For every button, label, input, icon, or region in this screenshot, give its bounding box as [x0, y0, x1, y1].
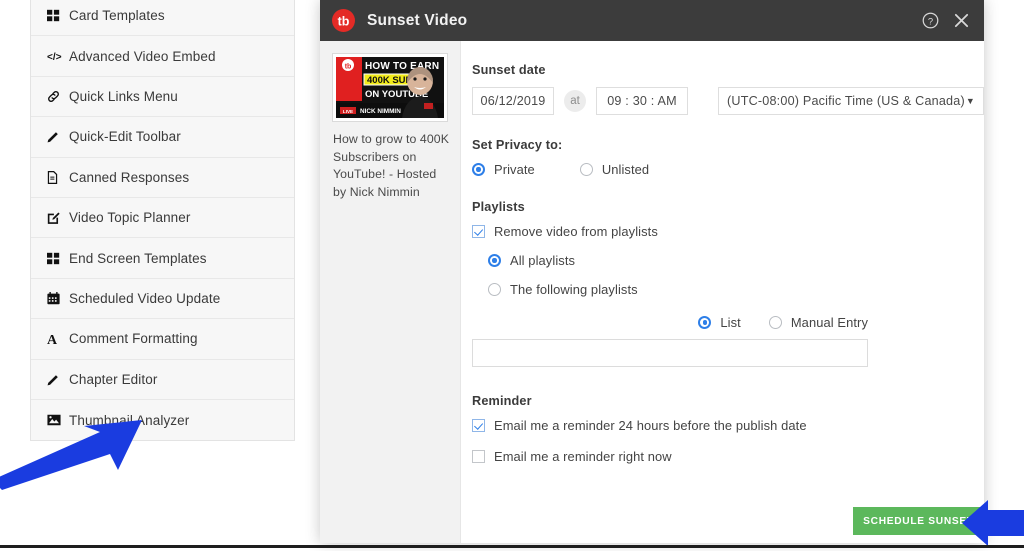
sidebar-item-quick-links-menu[interactable]: Quick Links Menu: [31, 77, 294, 118]
sunset-date-input[interactable]: 06/12/2019: [472, 87, 554, 115]
radio-icon: [472, 163, 485, 176]
reminder-option-24h[interactable]: Email me a reminder 24 hours before the …: [472, 418, 984, 433]
playlists-option-following[interactable]: The following playlists: [488, 282, 984, 297]
sidebar-item-label: Video Topic Planner: [69, 210, 191, 226]
privacy-label: Set Privacy to:: [472, 138, 563, 152]
sidebar-item-label: Thumbnail Analyzer: [69, 412, 190, 428]
reminder-option-label: Email me a reminder 24 hours before the …: [494, 418, 807, 433]
playlists-option-label: The following playlists: [510, 282, 638, 297]
at-separator-label: at: [564, 90, 586, 112]
timezone-value: (UTC-08:00) Pacific Time (US & Canada): [727, 94, 965, 108]
playlists-label: Playlists: [472, 200, 525, 214]
modal-body: tb HOW TO EARN 400K SUBS ON YOUTUBE LIVE…: [320, 41, 984, 543]
privacy-option-label: Unlisted: [601, 162, 650, 177]
sidebar-item-end-screen-templates[interactable]: End Screen Templates: [31, 238, 294, 279]
remove-video-from-playlists-checkbox[interactable]: Remove video from playlists: [472, 224, 984, 239]
sidebar-item-label: Quick Links Menu: [69, 88, 178, 104]
modal-header: tb Sunset Video ?: [320, 0, 984, 41]
svg-text:tb: tb: [345, 64, 352, 71]
playlists-option-label: All playlists: [510, 253, 576, 268]
playlist-input[interactable]: [472, 339, 868, 367]
sidebar-item-advanced-video-embed[interactable]: </> Advanced Video Embed: [31, 36, 294, 77]
sidebar-item-scheduled-video-update[interactable]: Scheduled Video Update: [31, 279, 294, 320]
timezone-select[interactable]: (UTC-08:00) Pacific Time (US & Canada) ▼: [718, 87, 984, 115]
grid-icon: [47, 9, 64, 22]
checkbox-icon: [472, 225, 485, 238]
privacy-option-private[interactable]: Private: [472, 162, 535, 177]
chevron-down-icon: ▼: [965, 95, 975, 106]
sidebar-item-canned-responses[interactable]: Canned Responses: [31, 158, 294, 198]
sidebar-item-label: Canned Responses: [69, 169, 190, 185]
svg-text:?: ?: [928, 16, 933, 27]
playlist-mode-list[interactable]: List: [698, 315, 741, 330]
radio-icon: [698, 316, 712, 329]
pencil-icon: [47, 373, 64, 386]
modal-title: Sunset Video: [367, 11, 468, 29]
sunset-time-input[interactable]: 09 : 30 : AM: [596, 87, 688, 115]
reminder-option-label: Email me a reminder right now: [494, 449, 672, 464]
playlist-mode-label: Manual Entry: [790, 315, 868, 330]
calendar-icon: [47, 291, 64, 305]
video-thumbnail: tb HOW TO EARN 400K SUBS ON YOUTUBE LIVE…: [333, 54, 447, 121]
reminder-label: Reminder: [472, 394, 532, 408]
checkbox-icon: [472, 450, 485, 463]
playlists-section: Playlists Remove video from playlists Al…: [472, 200, 984, 367]
radio-icon: [579, 163, 593, 176]
tools-sidebar: Card Templates </> Advanced Video Embed …: [30, 0, 295, 442]
playlist-mode-radio-group: List Manual Entry: [472, 315, 868, 330]
close-icon[interactable]: [953, 12, 970, 29]
schedule-sunset-button[interactable]: SCHEDULE SUNSET: [853, 507, 984, 535]
sunset-video-modal: tb Sunset Video ? tb HOW TO EARN 400K SU…: [320, 0, 984, 543]
reminder-section: Reminder Email me a reminder 24 hours be…: [472, 394, 984, 464]
sunset-date-row: 06/12/2019 at 09 : 30 : AM (UTC-08:00) P…: [472, 87, 984, 115]
pencil-icon: [47, 130, 64, 143]
svg-text:NICK NIMMIN: NICK NIMMIN: [360, 108, 401, 115]
sidebar-item-label: End Screen Templates: [69, 250, 207, 266]
radio-icon: [488, 254, 501, 267]
sidebar-item-label: Comment Formatting: [69, 331, 198, 347]
video-preview-pane: tb HOW TO EARN 400K SUBS ON YOUTUBE LIVE…: [320, 41, 461, 543]
image-icon: [47, 414, 64, 426]
svg-text:A: A: [47, 333, 57, 346]
letter-a-icon: A: [47, 332, 64, 346]
reminder-option-now[interactable]: Email me a reminder right now: [472, 449, 984, 464]
sidebar-item-video-topic-planner[interactable]: Video Topic Planner: [31, 198, 294, 239]
tubebuddy-logo-icon: tb: [332, 9, 355, 32]
sidebar-item-card-templates[interactable]: Card Templates: [31, 0, 294, 37]
sidebar-item-label: Scheduled Video Update: [69, 290, 221, 306]
sidebar-item-label: Chapter Editor: [69, 371, 158, 387]
privacy-option-label: Private: [494, 162, 535, 177]
sidebar-item-label: Quick-Edit Toolbar: [69, 129, 181, 145]
playlists-radio-group: All playlists The following playlists: [488, 253, 984, 297]
playlists-option-all[interactable]: All playlists: [488, 253, 984, 268]
remove-video-label: Remove video from playlists: [494, 224, 658, 239]
link-icon: [47, 90, 64, 103]
radio-icon: [768, 316, 782, 329]
sidebar-item-label: Card Templates: [69, 8, 165, 24]
playlist-mode-label: List: [720, 315, 741, 330]
checkbox-icon: [472, 419, 485, 432]
sunset-form: Sunset date 06/12/2019 at 09 : 30 : AM (…: [461, 41, 984, 543]
svg-text:tb: tb: [338, 15, 350, 29]
playlist-mode-manual-entry[interactable]: Manual Entry: [768, 315, 868, 330]
video-title: How to grow to 400K Subscribers on YouTu…: [333, 132, 450, 199]
sidebar-item-comment-formatting[interactable]: A Comment Formatting: [31, 319, 294, 360]
sidebar-item-label: Advanced Video Embed: [69, 48, 216, 64]
svg-text:LIVE: LIVE: [343, 109, 353, 114]
sunset-date-label: Sunset date: [472, 63, 546, 77]
sidebar-item-chapter-editor[interactable]: Chapter Editor: [31, 360, 294, 400]
privacy-option-unlisted[interactable]: Unlisted: [579, 162, 650, 177]
edit-square-icon: [47, 211, 64, 224]
grid-icon: [47, 252, 64, 265]
sidebar-item-thumbnail-analyzer[interactable]: Thumbnail Analyzer: [31, 400, 294, 440]
question-circle-icon[interactable]: ?: [922, 12, 939, 29]
sidebar-item-quick-edit-toolbar[interactable]: Quick-Edit Toolbar: [31, 117, 294, 158]
radio-icon: [488, 283, 501, 296]
privacy-section: Set Privacy to: Private Unlisted: [472, 138, 984, 177]
privacy-radio-group: Private Unlisted: [472, 162, 984, 177]
code-icon: </>: [47, 50, 64, 63]
document-icon: [47, 170, 64, 184]
svg-text:</>: </>: [47, 51, 62, 62]
